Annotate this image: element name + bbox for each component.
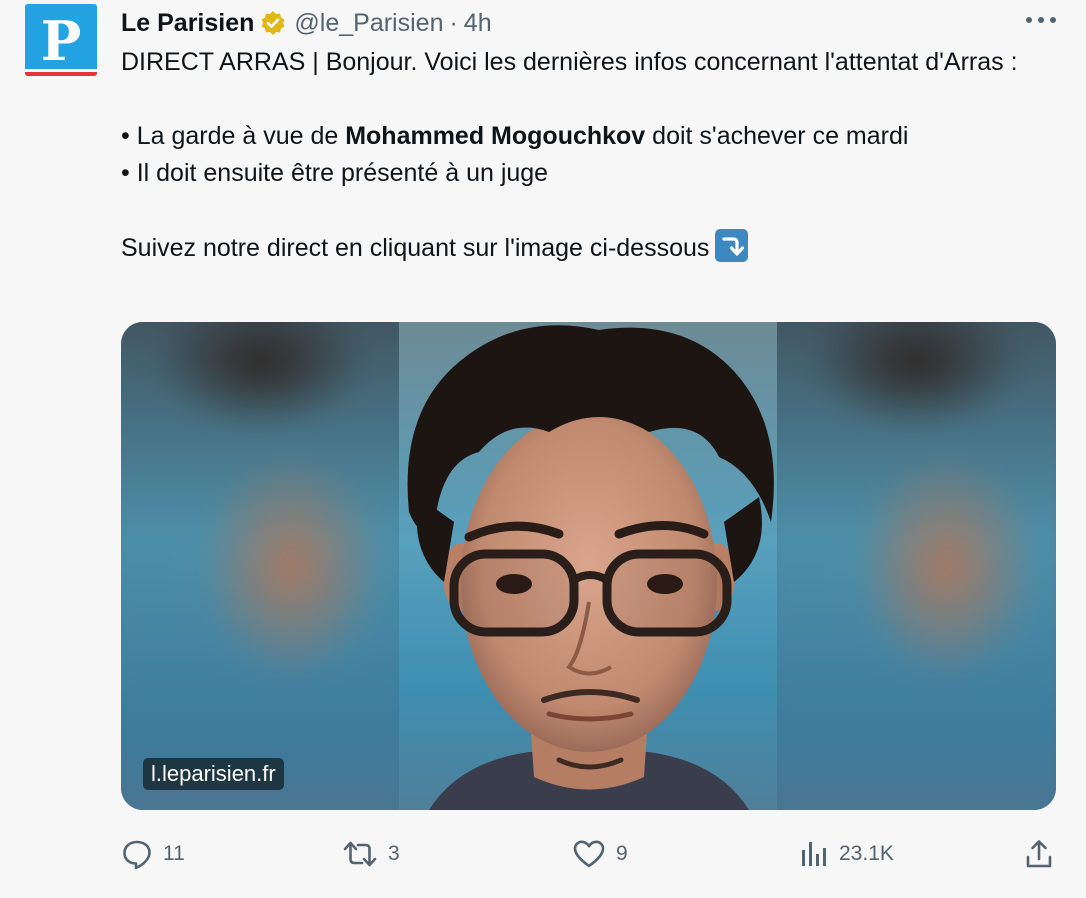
share-icon <box>1026 840 1052 868</box>
heart-icon <box>573 840 605 868</box>
display-name[interactable]: Le Parisien <box>121 9 254 38</box>
retweet-count: 3 <box>388 842 400 865</box>
suspect-name: Mohammed Mogouchkov <box>345 122 646 150</box>
cta-text: Suivez notre direct en cliquant sur l'im… <box>121 234 710 262</box>
le-parisien-logo-icon: P <box>25 4 97 76</box>
views-button[interactable]: 23.1K <box>799 834 894 874</box>
retweet-button[interactable]: 3 <box>342 834 400 874</box>
right-arrow-curving-down-icon <box>715 229 749 262</box>
tweet-text: DIRECT ARRAS | Bonjour. Voici les derniè… <box>121 44 1031 267</box>
reply-count: 11 <box>163 842 185 865</box>
svg-text:P: P <box>41 9 82 73</box>
share-button[interactable] <box>1024 834 1054 874</box>
tweet-header: Le Parisien @le_Parisien · 4h <box>121 6 492 40</box>
views-count: 23.1K <box>839 842 894 865</box>
separator-dot: · <box>449 8 458 37</box>
blurred-background <box>762 322 1056 810</box>
blurred-background <box>121 322 415 810</box>
bullet-text: • La garde à vue de <box>121 122 346 150</box>
like-button[interactable]: 9 <box>572 834 628 874</box>
call-to-action: Suivez notre direct en cliquant sur l'im… <box>121 229 1031 267</box>
link-domain-label: l.leparisien.fr <box>143 758 284 790</box>
avatar[interactable]: P <box>25 4 97 76</box>
retweet-icon <box>343 841 377 867</box>
handle[interactable]: @le_Parisien <box>294 9 443 38</box>
intro-line: DIRECT ARRAS | Bonjour. Voici les derniè… <box>121 48 1018 76</box>
bullet-item: • Il doit ensuite être présenté à un jug… <box>121 159 549 187</box>
more-options-icon[interactable] <box>1026 10 1056 30</box>
timestamp[interactable]: 4h <box>464 9 492 38</box>
tweet-actions: 11 3 9 23.1K <box>121 834 1056 874</box>
link-card-image[interactable]: l.leparisien.fr <box>121 322 1056 810</box>
bullet-item: • La garde à vue de Mohammed Mogouchkov … <box>121 118 1031 155</box>
bullet-text: doit s'achever ce mardi <box>645 122 909 150</box>
verified-badge-icon[interactable] <box>260 10 286 36</box>
analytics-icon <box>802 842 826 866</box>
reply-icon <box>123 840 151 870</box>
like-count: 9 <box>616 842 628 865</box>
reply-button[interactable]: 11 <box>121 834 185 874</box>
tweet: P Le Parisien @le_Parisien · 4h DIRECT A… <box>0 0 1086 898</box>
portrait-photo <box>399 322 777 810</box>
